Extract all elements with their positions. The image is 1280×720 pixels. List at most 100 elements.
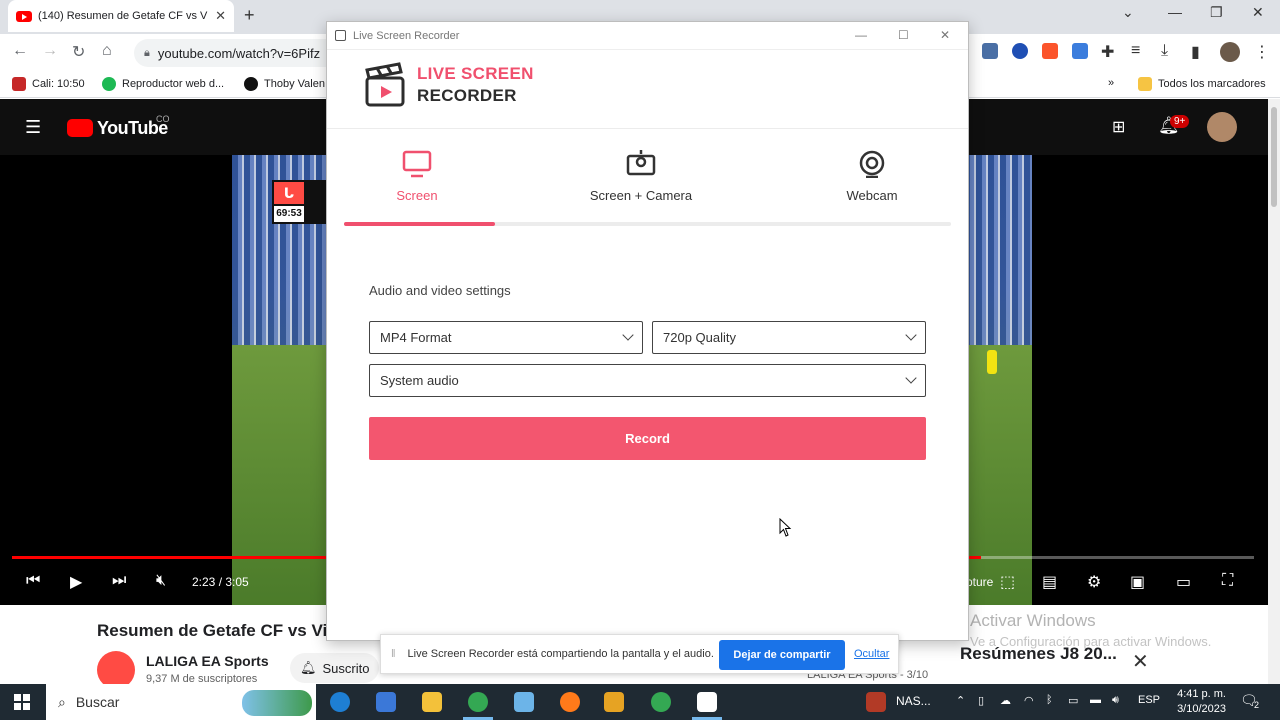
wifi-icon[interactable]: ◠ bbox=[1024, 694, 1034, 707]
media-controls-icon[interactable]: ≡ bbox=[1131, 42, 1140, 60]
search-highlight-image bbox=[242, 690, 312, 716]
mode-tab-screen[interactable]: Screen bbox=[347, 150, 487, 203]
forward-icon[interactable]: → bbox=[42, 42, 58, 60]
settings-gear-icon[interactable]: ⚙ bbox=[1087, 572, 1101, 592]
play-icon[interactable]: ▶ bbox=[70, 572, 82, 592]
live-screen-recorder-icon[interactable] bbox=[697, 692, 717, 712]
minimize-icon[interactable]: — bbox=[855, 28, 867, 42]
extensions-puzzle-icon[interactable]: ✚ bbox=[1101, 42, 1114, 62]
tab-close-icon[interactable]: ✕ bbox=[215, 8, 226, 24]
youtube-favicon-icon bbox=[16, 10, 32, 22]
maximize-icon[interactable]: ☐ bbox=[898, 28, 909, 42]
minimize-icon[interactable]: — bbox=[1168, 4, 1182, 20]
activate-windows-subtitle: Ve a Configuración para activar Windows. bbox=[970, 634, 1212, 649]
home-icon[interactable]: ⌂ bbox=[102, 42, 112, 60]
battery-icon[interactable]: ▬ bbox=[1090, 694, 1101, 706]
restore-icon[interactable]: ❐ bbox=[1210, 4, 1223, 21]
profile-avatar[interactable] bbox=[1220, 42, 1240, 62]
new-tab-icon[interactable]: + bbox=[244, 5, 255, 26]
more-bookmarks-button[interactable]: » bbox=[1108, 77, 1114, 89]
close-window-icon[interactable]: ✕ bbox=[1252, 4, 1264, 21]
extension-icon[interactable] bbox=[982, 43, 998, 59]
user-avatar[interactable] bbox=[1207, 112, 1237, 142]
bookmark-favicon-icon bbox=[12, 77, 26, 91]
clip-icon[interactable]: ⬚ bbox=[1000, 572, 1015, 592]
language-indicator[interactable]: ESP bbox=[1138, 694, 1160, 706]
theater-mode-icon[interactable]: ▭ bbox=[1176, 572, 1191, 592]
hide-link[interactable]: Ocultar bbox=[854, 648, 889, 660]
brand-line1: LIVE SCREEN bbox=[417, 64, 534, 83]
browser-tab[interactable]: (140) Resumen de Getafe CF vs V ✕ bbox=[8, 0, 234, 32]
close-icon[interactable]: ✕ bbox=[940, 28, 950, 42]
chrome-menu-icon[interactable]: ⋮ bbox=[1254, 42, 1270, 62]
chrome-icon[interactable] bbox=[651, 692, 671, 712]
bookmark-item[interactable]: Thoby Valen bbox=[244, 77, 325, 91]
app-icon[interactable] bbox=[514, 692, 534, 712]
create-video-icon[interactable]: ⊞ bbox=[1112, 117, 1125, 137]
bookmark-folder-label: Todos los marcadores bbox=[1158, 78, 1266, 90]
bookmark-label: Thoby Valen bbox=[264, 78, 325, 90]
download-icon[interactable]: ⤓ bbox=[1161, 42, 1168, 60]
nas-app-label[interactable]: NAS... bbox=[896, 694, 931, 708]
chevron-down-icon bbox=[905, 372, 917, 384]
folder-icon bbox=[1138, 77, 1152, 91]
subscribed-button[interactable]: 🔔︎ Suscrito bbox=[290, 653, 380, 683]
channel-name[interactable]: LALIGA EA Sports bbox=[146, 653, 269, 669]
chevron-down-icon bbox=[622, 329, 634, 341]
laliga-logo-icon: ᒐ bbox=[274, 182, 304, 204]
scrollbar-thumb[interactable] bbox=[1271, 107, 1277, 207]
record-button[interactable]: Record bbox=[369, 417, 926, 460]
all-bookmarks-folder[interactable]: Todos los marcadores bbox=[1138, 77, 1266, 91]
brand-text: LIVE SCREEN RECORDER bbox=[417, 63, 534, 107]
stop-sharing-button[interactable]: Dejar de compartir bbox=[719, 640, 845, 670]
mute-icon[interactable]: 🔇︎ bbox=[156, 572, 166, 590]
youtube-logo-icon[interactable] bbox=[67, 119, 93, 137]
zip-extension-icon[interactable] bbox=[1072, 43, 1088, 59]
fullscreen-icon[interactable]: ⛶ bbox=[1222, 572, 1233, 590]
mode-tab-webcam[interactable]: Webcam bbox=[802, 150, 942, 203]
drag-handle-icon[interactable]: ‖ bbox=[391, 648, 396, 660]
recorder-titlebar[interactable]: Live Screen Recorder — ☐ ✕ bbox=[327, 22, 968, 50]
quality-select[interactable]: 720p Quality bbox=[652, 321, 926, 354]
quality-value: 720p Quality bbox=[663, 330, 736, 345]
file-explorer-icon[interactable] bbox=[422, 692, 442, 712]
usb-icon[interactable]: ▭ bbox=[1068, 694, 1078, 707]
firefox-icon[interactable] bbox=[560, 692, 580, 712]
onedrive-icon[interactable]: ☁ bbox=[1000, 694, 1011, 707]
bookmark-item[interactable]: Cali: 10:50 bbox=[12, 77, 85, 91]
page-scrollbar[interactable] bbox=[1268, 99, 1280, 685]
bluetooth-icon[interactable]: ᛒ bbox=[1046, 694, 1053, 706]
format-select[interactable]: MP4 Format bbox=[369, 321, 643, 354]
media-player-icon[interactable] bbox=[604, 692, 624, 712]
reload-icon[interactable]: ↻ bbox=[72, 42, 85, 62]
next-icon[interactable]: ⏭ bbox=[112, 572, 126, 590]
side-panel-icon[interactable]: ▮ bbox=[1191, 42, 1200, 62]
windows-start-icon[interactable] bbox=[14, 694, 30, 710]
subtitles-icon[interactable]: ▤ bbox=[1042, 572, 1057, 592]
brave-shield-icon[interactable] bbox=[1042, 43, 1058, 59]
audio-select[interactable]: System audio bbox=[369, 364, 926, 397]
tray-app-icon[interactable]: ▯ bbox=[978, 694, 984, 707]
volume-icon[interactable]: 🔊︎ bbox=[1112, 694, 1119, 707]
taskbar-search-box[interactable]: ⌕ Buscar bbox=[46, 684, 316, 720]
edge-icon[interactable] bbox=[330, 692, 350, 712]
mouse-cursor-icon bbox=[779, 518, 792, 537]
globe-extension-icon[interactable] bbox=[1012, 43, 1028, 59]
show-hidden-icons-icon[interactable]: ⌃ bbox=[956, 694, 965, 707]
hamburger-menu-icon[interactable]: ☰ bbox=[25, 117, 41, 138]
bookmark-item[interactable]: Reproductor web d... bbox=[102, 77, 224, 91]
back-icon[interactable]: ← bbox=[12, 42, 28, 60]
site-info-icon[interactable]: 🔒︎ bbox=[144, 47, 150, 60]
miniplayer-icon[interactable]: ▣ bbox=[1130, 572, 1145, 592]
mode-tab-screen-camera[interactable]: Screen + Camera bbox=[571, 150, 711, 203]
address-bar[interactable]: 🔒︎ youtube.com/watch?v=6Pifz bbox=[134, 39, 344, 67]
store-icon[interactable] bbox=[376, 692, 396, 712]
subscribed-label: Suscrito bbox=[322, 660, 370, 676]
clock[interactable]: 4:41 p. m. 3/10/2023 bbox=[1162, 687, 1226, 717]
nas-app-icon[interactable] bbox=[866, 692, 886, 712]
chrome-icon[interactable] bbox=[468, 692, 488, 712]
close-icon[interactable]: ✕ bbox=[1132, 649, 1149, 674]
tab-search-icon[interactable]: ⌄ bbox=[1122, 4, 1134, 21]
previous-icon[interactable]: ⏮ bbox=[26, 572, 40, 590]
format-value: MP4 Format bbox=[380, 330, 452, 345]
